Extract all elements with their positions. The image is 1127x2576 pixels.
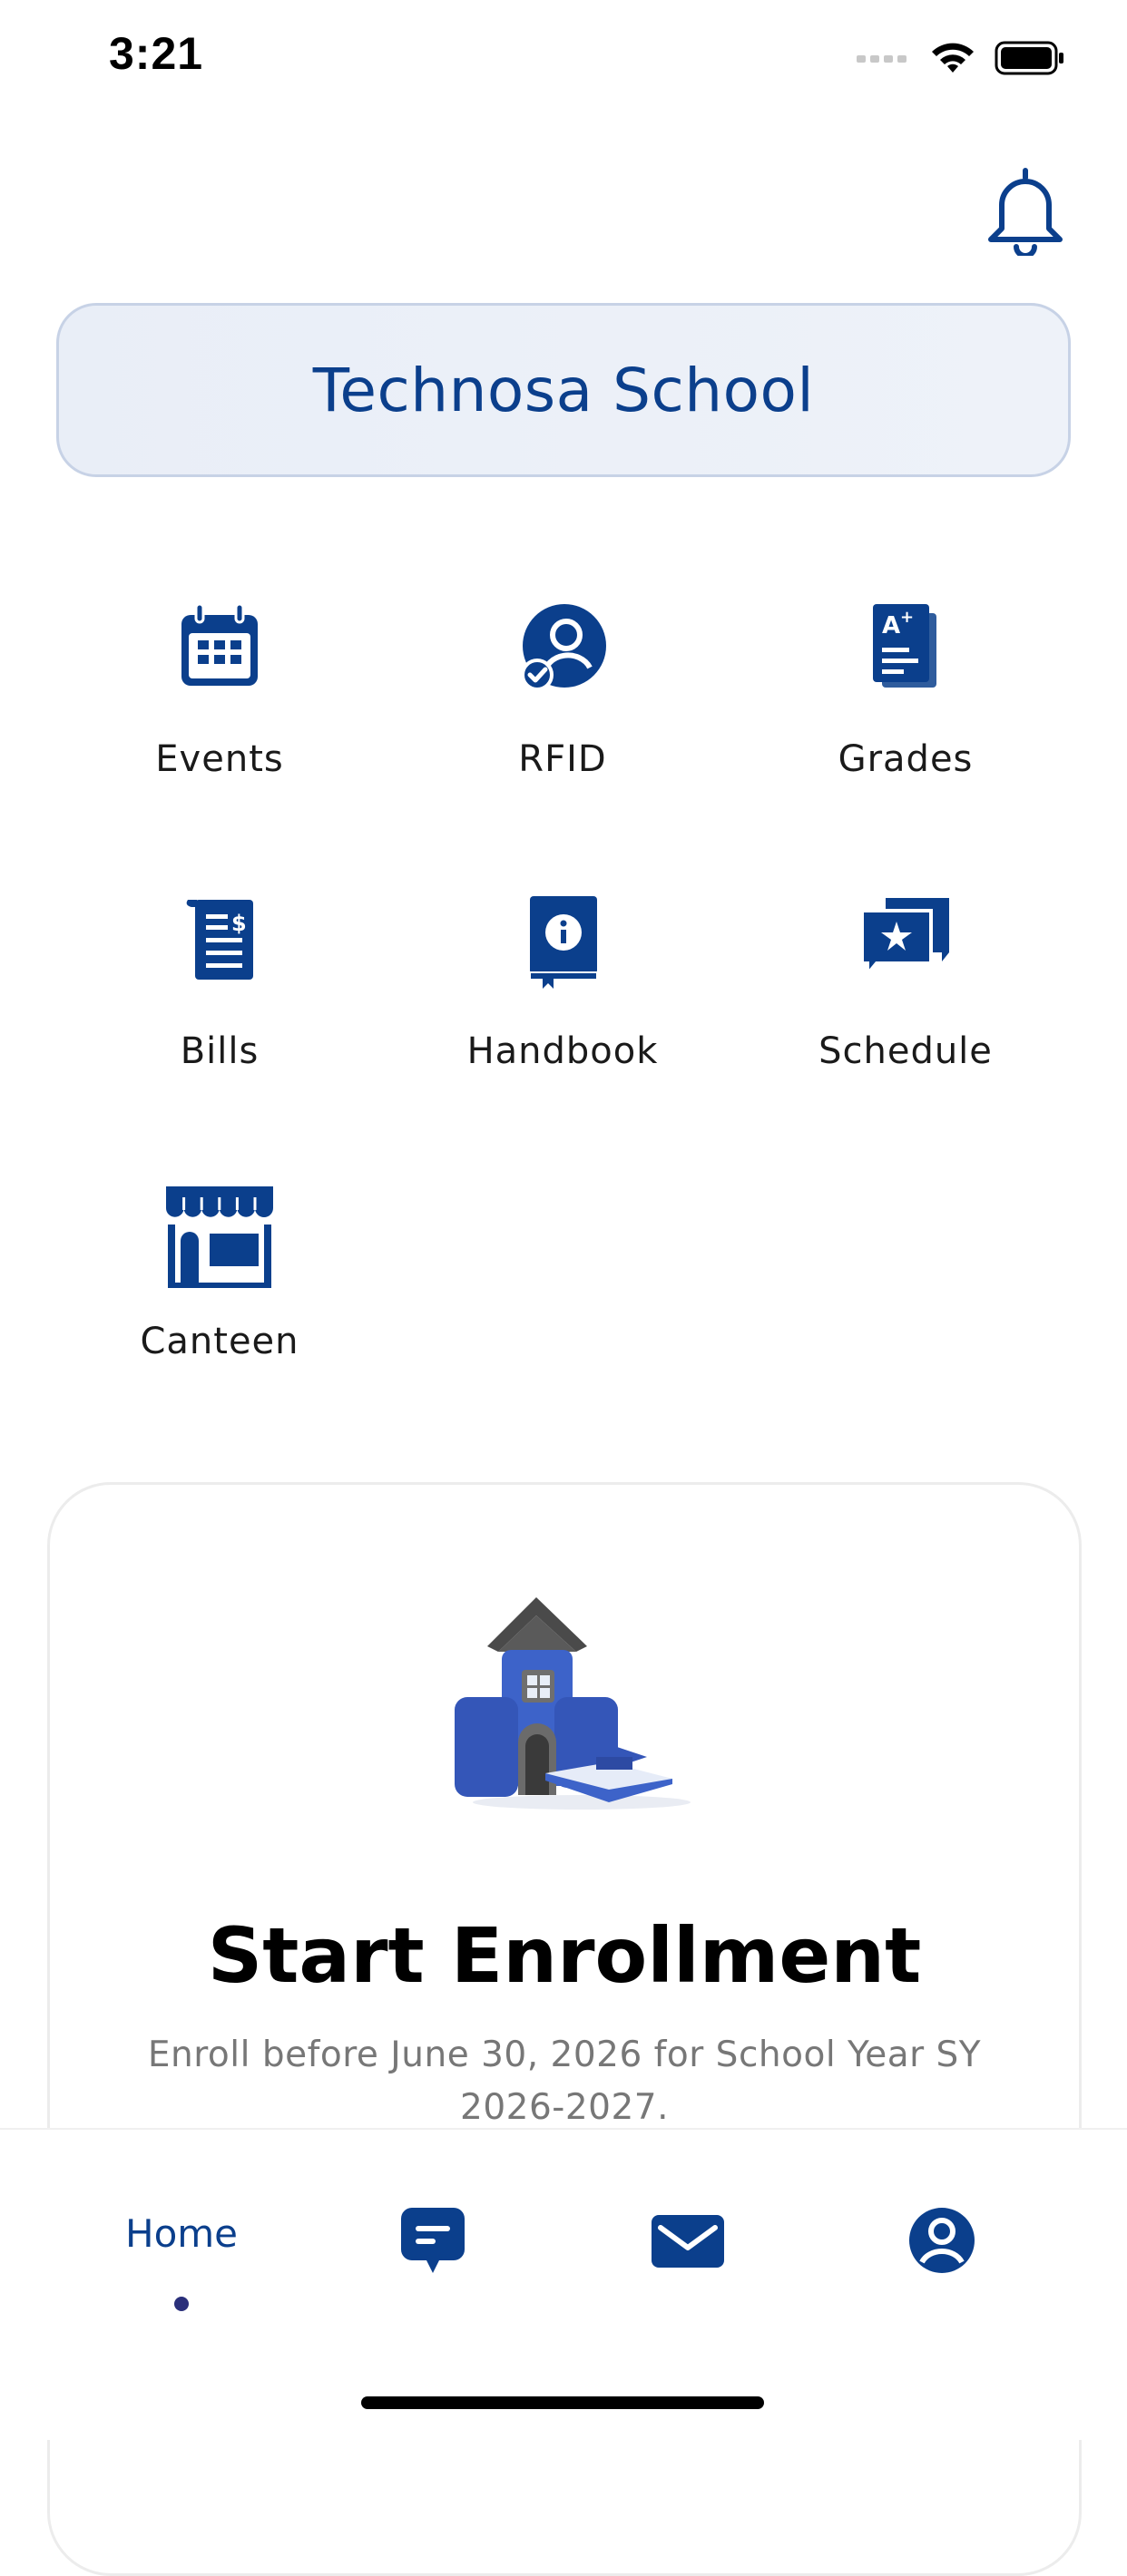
- canteen-label: Canteen: [140, 1321, 299, 1362]
- status-bar: 3:21: [0, 0, 1127, 127]
- svg-text:+: +: [900, 608, 914, 627]
- school-card[interactable]: Technosa School: [56, 303, 1071, 477]
- svg-text:A: A: [882, 612, 900, 639]
- nav-active-indicator: [174, 2297, 189, 2311]
- signal-icon: [857, 55, 906, 63]
- events-tile[interactable]: Events: [83, 602, 356, 811]
- school-building-icon: [455, 1597, 691, 1810]
- svg-text:$: $: [231, 911, 247, 936]
- chat-icon[interactable]: [399, 2206, 466, 2278]
- mail-icon[interactable]: [650, 2213, 726, 2269]
- events-label: Events: [155, 738, 284, 780]
- bottom-nav: Home: [0, 2128, 1127, 2440]
- canteen-tile[interactable]: Canteen: [83, 1185, 356, 1393]
- bell-icon[interactable]: [982, 165, 1069, 256]
- school-name: Technosa School: [312, 355, 815, 425]
- schedule-label: Schedule: [818, 1030, 993, 1072]
- rfid-tile[interactable]: RFID: [426, 602, 699, 811]
- bills-label: Bills: [180, 1030, 260, 1072]
- invoice-icon: $: [186, 900, 253, 980]
- calendar-icon: [181, 602, 258, 686]
- schedule-tile[interactable]: Schedule: [769, 894, 1042, 1103]
- enrollment-title: Start Enrollment: [207, 1911, 922, 2000]
- handbook-label: Handbook: [466, 1030, 659, 1072]
- info-book-icon: [529, 896, 598, 989]
- bills-tile[interactable]: $ Bills: [83, 894, 356, 1103]
- handbook-tile[interactable]: Handbook: [426, 894, 699, 1103]
- battery-icon: [995, 41, 1063, 75]
- report-card-icon: A +: [873, 604, 936, 688]
- storefront-icon: [166, 1186, 273, 1288]
- status-time: 3:21: [109, 28, 204, 79]
- status-icons: [857, 40, 1065, 76]
- rfid-label: RFID: [518, 738, 607, 780]
- grades-label: Grades: [838, 738, 974, 780]
- user-verified-icon: [521, 604, 606, 691]
- wifi-icon: [932, 43, 974, 73]
- profile-icon[interactable]: [907, 2206, 976, 2275]
- enrollment-description: Enroll before June 30, 2026 for School Y…: [147, 2034, 982, 2128]
- home-indicator: [361, 2396, 764, 2409]
- nav-home[interactable]: Home: [91, 2211, 272, 2256]
- grades-tile[interactable]: A + Grades: [769, 602, 1042, 811]
- chat-star-icon: [860, 898, 949, 980]
